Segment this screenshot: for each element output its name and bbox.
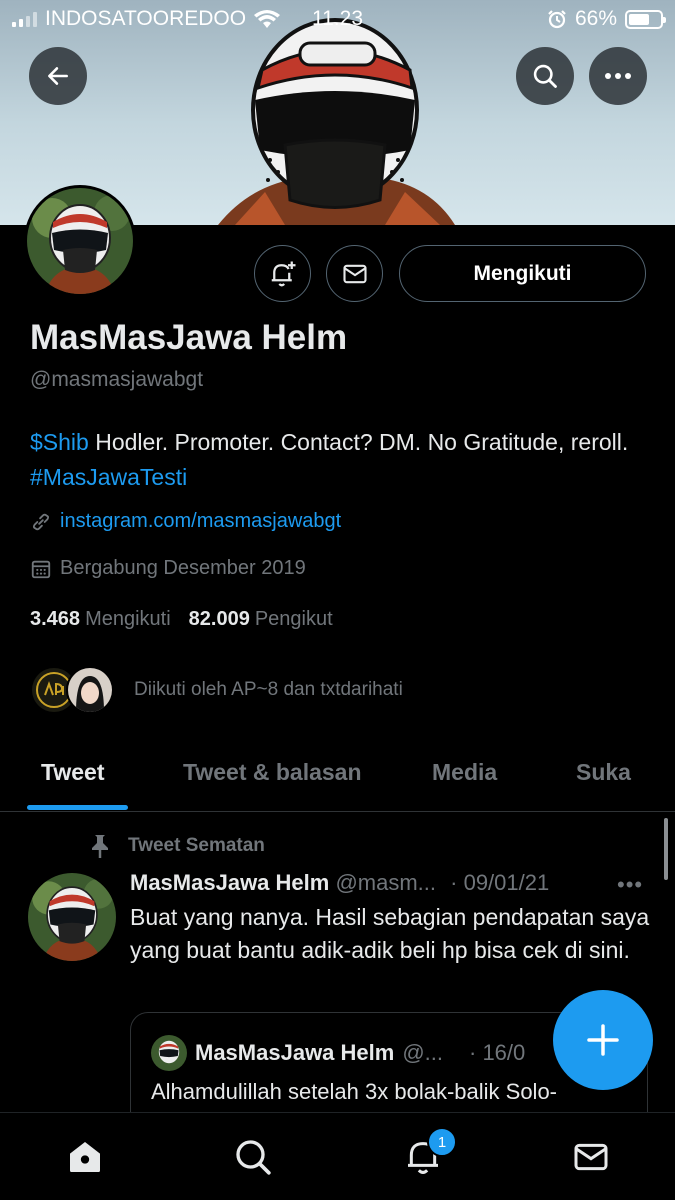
plus-icon — [587, 1024, 619, 1056]
link-icon — [32, 513, 50, 530]
carrier-label: INDOSATOOREDOO — [45, 7, 247, 30]
bio-cashtag-link[interactable]: $Shib — [30, 429, 89, 455]
nav-messages[interactable] — [569, 1135, 613, 1179]
battery-icon — [625, 9, 666, 29]
signal-icon — [12, 11, 37, 27]
search-icon — [236, 1140, 271, 1175]
envelope-icon — [342, 264, 367, 283]
joined-row: Bergabung Desember 2019 — [30, 557, 306, 580]
back-button[interactable] — [29, 47, 87, 105]
nav-home[interactable] — [63, 1135, 107, 1179]
scrollbar[interactable] — [664, 818, 668, 880]
followed-by-text: Diikuti oleh AP~8 dan txtdarihati — [134, 679, 403, 700]
tweet-text: Buat yang nanya. Hasil sebagian pendapat… — [130, 904, 650, 963]
search-icon — [533, 64, 557, 88]
notify-button[interactable] — [254, 245, 311, 302]
more-horizontal-icon — [605, 73, 631, 79]
tweet-author-name[interactable]: MasMasJawa Helm — [130, 870, 329, 895]
profile-tabs: Tweet Tweet & balasan Media Suka — [0, 735, 675, 812]
home-icon — [70, 1142, 100, 1172]
bell-plus-icon — [271, 261, 295, 286]
tweet-more-button[interactable]: ••• — [617, 872, 643, 898]
pin-icon — [92, 835, 108, 858]
quoted-author-handle: @... — [402, 1040, 443, 1065]
quoted-author-avatar — [151, 1035, 187, 1071]
quoted-tweet-text: Alhamdulillah setelah 3x bolak-balik Sol… — [151, 1079, 558, 1104]
tab-tweet[interactable]: Tweet — [41, 759, 104, 786]
wifi-icon — [254, 9, 281, 28]
profile-handle: @masmasjawabgt — [30, 368, 204, 391]
bio-text: Hodler. Promoter. Contact? DM. No Gratit… — [88, 429, 629, 455]
alarm-icon — [548, 10, 566, 29]
tab-likes[interactable]: Suka — [576, 759, 631, 786]
follow-counts: 3.468 Mengikuti 82.009 Pengikut — [30, 608, 333, 631]
calendar-icon — [31, 560, 51, 578]
tweet-author-handle: @masm... — [335, 870, 437, 895]
bottom-navigation: 1 — [0, 1112, 675, 1200]
active-tab-indicator — [27, 805, 128, 810]
profile-name: MasMasJawa Helm — [30, 318, 348, 357]
tweet-header: MasMasJawa Helm @masm... · 09/01/21 — [130, 870, 650, 896]
notifications-badge: 1 — [427, 1127, 457, 1157]
profile-bio: $Shib Hodler. Promoter. Contact? DM. No … — [30, 425, 645, 495]
followed-by-row[interactable]: Diikuti oleh AP~8 dan txtdarihati — [30, 666, 403, 714]
following-button[interactable]: Mengikuti — [399, 245, 646, 302]
quoted-author-name: MasMasJawa Helm — [195, 1040, 395, 1065]
nav-notifications[interactable]: 1 — [401, 1127, 457, 1179]
joined-date: Bergabung Desember 2019 — [60, 557, 306, 579]
envelope-icon — [574, 1143, 608, 1171]
tab-tweet-replies[interactable]: Tweet & balasan — [183, 759, 362, 786]
tweet-date: · 09/01/21 — [450, 870, 550, 895]
website-link[interactable]: instagram.com/masmasjawabgt — [60, 510, 341, 533]
more-options-button[interactable] — [589, 47, 647, 105]
tweet-author-avatar[interactable] — [28, 873, 116, 961]
bio-hashtag-link[interactable]: #MasJawaTesti — [30, 464, 187, 490]
nav-search[interactable] — [231, 1135, 275, 1179]
profile-avatar[interactable] — [24, 185, 136, 297]
compose-tweet-button[interactable] — [553, 990, 653, 1090]
website-row: instagram.com/masmasjawabgt — [30, 510, 341, 533]
follower-avatar-txtdarihati — [66, 666, 114, 714]
quoted-tweet-date: · 16/0 — [469, 1040, 526, 1065]
tab-media[interactable]: Media — [432, 759, 497, 786]
search-button[interactable] — [516, 47, 574, 105]
followers-count-link[interactable]: 82.009 Pengikut — [189, 608, 333, 631]
arrow-left-icon — [48, 67, 68, 85]
battery-percent: 66% — [574, 7, 617, 30]
following-count-link[interactable]: 3.468 Mengikuti — [30, 608, 171, 631]
message-button[interactable] — [326, 245, 383, 302]
pinned-label: Tweet Sematan — [128, 835, 265, 856]
pinned-label-row: Tweet Sematan — [88, 833, 265, 859]
status-bar: INDOSATOOREDOO 11.23 66% — [0, 0, 675, 38]
